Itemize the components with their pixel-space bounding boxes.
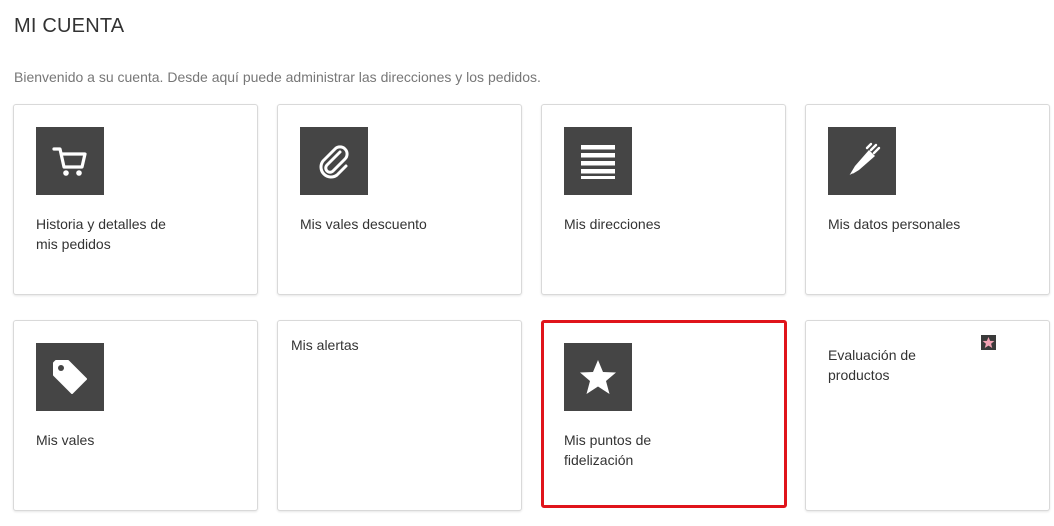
tile-order-history[interactable]: Historia y detalles de mis pedidos	[13, 104, 258, 295]
tile-label: Historia y detalles de mis pedidos	[36, 216, 166, 252]
tile-vouchers[interactable]: Mis vales	[13, 320, 258, 511]
tile-loyalty-points[interactable]: Mis puntos de fidelización	[541, 320, 787, 508]
star-small-icon	[981, 335, 996, 350]
tile-label: Mis puntos de fidelización	[564, 432, 652, 468]
tile-label: Mis datos personales	[828, 216, 961, 232]
tile-label: Evaluación de productos	[828, 347, 916, 383]
tag-icon	[36, 343, 104, 411]
tile-label: Mis vales	[36, 432, 95, 448]
tile-discount-vouchers[interactable]: Mis vales descuento	[277, 104, 522, 295]
tile-label: Mis alertas	[291, 337, 359, 353]
paperclip-icon	[300, 127, 368, 195]
account-page: MI CUENTA Bienvenido a su cuenta. Desde …	[0, 0, 1054, 526]
cart-icon	[36, 127, 104, 195]
welcome-text: Bienvenido a su cuenta. Desde aquí puede…	[14, 69, 541, 85]
tile-addresses[interactable]: Mis direcciones	[541, 104, 786, 295]
list-icon	[564, 127, 632, 195]
pen-icon	[828, 127, 896, 195]
page-title: MI CUENTA	[14, 15, 125, 37]
tile-personal-data[interactable]: Mis datos personales	[805, 104, 1050, 295]
star-icon	[564, 343, 632, 411]
tile-product-reviews[interactable]: Evaluación de productos	[805, 320, 1050, 511]
tile-label: Mis direcciones	[564, 216, 661, 232]
tile-alerts[interactable]: Mis alertas	[277, 320, 522, 511]
tile-label: Mis vales descuento	[300, 216, 427, 232]
